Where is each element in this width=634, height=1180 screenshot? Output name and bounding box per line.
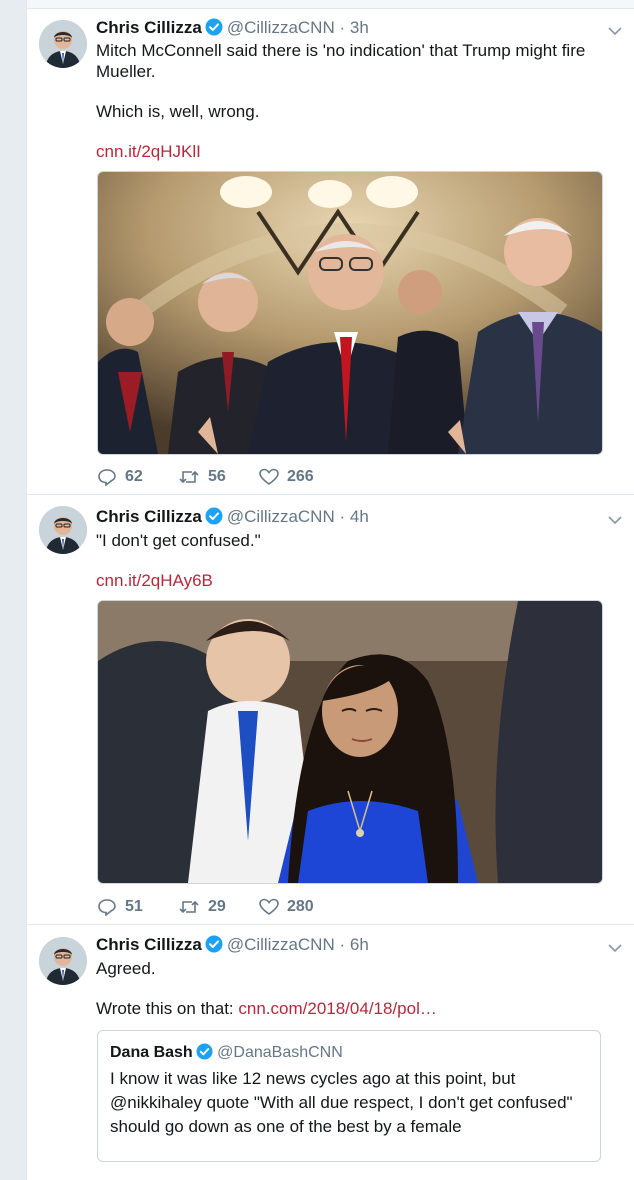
author-handle[interactable]: @CillizzaCNN bbox=[227, 935, 335, 954]
reply-icon bbox=[97, 468, 117, 486]
verified-badge-icon bbox=[205, 507, 223, 531]
author-name[interactable]: Chris Cillizza bbox=[96, 507, 202, 526]
retweet-button[interactable]: 29 bbox=[178, 897, 226, 917]
author-name[interactable]: Chris Cillizza bbox=[96, 18, 202, 37]
tweet-text: "I don't get confused." cnn.it/2qHAy6B bbox=[96, 530, 617, 591]
timeline-top-edge bbox=[27, 0, 634, 9]
heart-icon bbox=[259, 468, 279, 486]
timeline: Chris Cillizza @CillizzaCNN · 3h Mitch Mc… bbox=[26, 0, 634, 1180]
separator-dot: · bbox=[339, 507, 346, 526]
quoted-author-handle[interactable]: @DanaBashCNN bbox=[217, 1044, 343, 1061]
tweet-link[interactable]: cnn.it/2qHJKlI bbox=[96, 141, 617, 162]
avatar[interactable] bbox=[39, 937, 87, 985]
separator-dot: · bbox=[339, 935, 346, 954]
author-handle[interactable]: @CillizzaCNN bbox=[227, 18, 335, 37]
chevron-down-icon[interactable] bbox=[607, 23, 623, 37]
tweet-text-line: "I don't get confused." bbox=[96, 531, 261, 550]
author-name[interactable]: Chris Cillizza bbox=[96, 935, 202, 954]
quoted-tweet-header: Dana Bash @DanaBashCNN bbox=[110, 1043, 343, 1066]
verified-badge-icon bbox=[205, 935, 223, 959]
tweet-header: Chris Cillizza @CillizzaCNN · 6h bbox=[96, 934, 623, 956]
tweet-text-line: Which is, well, wrong. bbox=[96, 102, 260, 121]
retweet-count: 29 bbox=[208, 898, 226, 915]
tweet-text-line-with-link: Wrote this on that: cnn.com/2018/04/18/p… bbox=[96, 998, 617, 1019]
like-count: 266 bbox=[287, 468, 314, 485]
reply-button[interactable]: 51 bbox=[97, 897, 143, 917]
tweet-text: Agreed. Wrote this on that: cnn.com/2018… bbox=[96, 958, 617, 1019]
reply-button[interactable]: 62 bbox=[97, 467, 143, 487]
quoted-tweet-text: I know it was like 12 news cycles ago at… bbox=[110, 1069, 573, 1136]
tweet-time[interactable]: 4h bbox=[350, 507, 369, 526]
avatar[interactable] bbox=[39, 20, 87, 68]
separator-dot: · bbox=[339, 18, 346, 37]
verified-badge-icon bbox=[196, 1043, 213, 1066]
tweet-header: Chris Cillizza @CillizzaCNN · 3h bbox=[96, 17, 623, 39]
quoted-author-name[interactable]: Dana Bash bbox=[110, 1044, 193, 1061]
reply-icon bbox=[97, 898, 117, 916]
retweet-count: 56 bbox=[208, 468, 226, 485]
like-count: 280 bbox=[287, 898, 314, 915]
heart-icon bbox=[259, 898, 279, 916]
tweet-text-line: Mitch McConnell said there is 'no indica… bbox=[96, 41, 586, 81]
tweet-header: Chris Cillizza @CillizzaCNN · 4h bbox=[96, 506, 623, 528]
quoted-tweet[interactable]: Dana Bash @DanaBashCNN I know it was lik… bbox=[97, 1030, 601, 1162]
tweet-time[interactable]: 3h bbox=[350, 18, 369, 37]
chevron-down-icon[interactable] bbox=[607, 512, 623, 526]
reply-count: 62 bbox=[125, 468, 143, 485]
retweet-icon bbox=[178, 898, 200, 916]
tweet[interactable]: Chris Cillizza @CillizzaCNN · 4h "I don't… bbox=[27, 495, 634, 925]
tweet[interactable]: Chris Cillizza @CillizzaCNN · 6h Agreed. … bbox=[27, 925, 634, 1180]
tweet-text-line: Wrote this on that: bbox=[96, 999, 234, 1018]
tweet-photo[interactable] bbox=[97, 600, 603, 884]
like-button[interactable]: 280 bbox=[259, 897, 314, 917]
avatar[interactable] bbox=[39, 506, 87, 554]
author-handle[interactable]: @CillizzaCNN bbox=[227, 507, 335, 526]
tweet-link[interactable]: cnn.com/2018/04/18/pol… bbox=[238, 999, 436, 1018]
tweet[interactable]: Chris Cillizza @CillizzaCNN · 3h Mitch Mc… bbox=[27, 9, 634, 495]
retweet-button[interactable]: 56 bbox=[178, 467, 226, 487]
retweet-icon bbox=[178, 468, 200, 486]
chevron-down-icon[interactable] bbox=[607, 940, 623, 954]
reply-count: 51 bbox=[125, 898, 143, 915]
verified-badge-icon bbox=[205, 18, 223, 42]
tweet-link[interactable]: cnn.it/2qHAy6B bbox=[96, 570, 617, 591]
tweet-text: Mitch McConnell said there is 'no indica… bbox=[96, 40, 617, 162]
tweet-text-line: Agreed. bbox=[96, 959, 156, 978]
tweet-photo[interactable] bbox=[97, 171, 603, 455]
like-button[interactable]: 266 bbox=[259, 467, 314, 487]
tweet-time[interactable]: 6h bbox=[350, 935, 369, 954]
